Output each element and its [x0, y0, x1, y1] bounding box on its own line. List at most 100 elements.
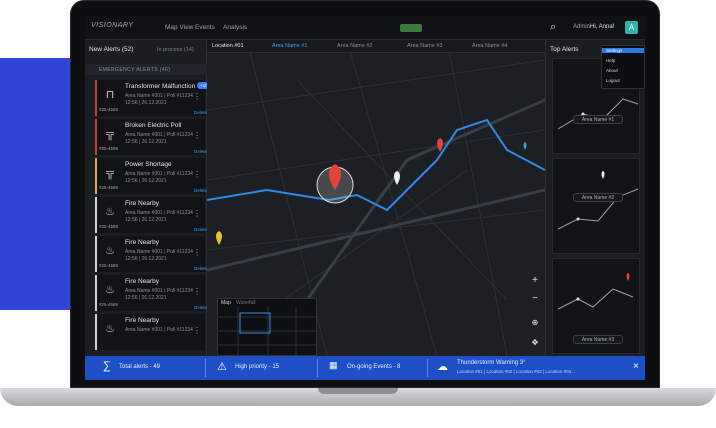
- alert-location: Area Name #001 | Poll #11234: [125, 171, 193, 177]
- alerts-panel: New Alerts (52) In process (14) EMERGENC…: [85, 40, 211, 356]
- status-bar: ∑ Total alerts - 49 ⚠ High priority - 15…: [85, 356, 645, 380]
- alert-title: Broken Electric Poll: [125, 122, 182, 129]
- nav-map-view[interactable]: Map View: [165, 24, 193, 31]
- high-priority[interactable]: High priority - 15: [235, 364, 279, 370]
- alerts-title[interactable]: New Alerts (52): [89, 46, 133, 53]
- alert-type-icon: ♨: [105, 245, 115, 257]
- alerts-in-process[interactable]: In process (14): [157, 47, 194, 53]
- alert-id: #25-4589: [99, 146, 119, 151]
- menu-item-settings[interactable]: Settings: [602, 48, 644, 53]
- alert-title: Transformer Malfunction: [125, 83, 196, 90]
- alert-type-icon: ♨: [105, 323, 115, 335]
- user-role: Admin: [573, 24, 591, 30]
- weather-warning[interactable]: Thunderstorm Warning 3°: [457, 360, 526, 366]
- alert-type-icon: ╦: [106, 128, 114, 140]
- area-label-1: Area Name #1: [573, 115, 623, 124]
- alert-title: Power Shortage: [125, 161, 172, 168]
- avatar[interactable]: A: [625, 21, 638, 34]
- delete-link[interactable]: Delete: [194, 110, 207, 115]
- alert-type-icon: ♨: [105, 206, 115, 218]
- mini-map-canvas: [218, 307, 316, 355]
- more-icon[interactable]: ⋮: [193, 209, 201, 218]
- alert-card[interactable]: ⊓ Transformer Malfunction Area Name #001 |…: [95, 80, 211, 116]
- divider: [427, 359, 428, 377]
- alert-card[interactable]: ╦ Broken Electric Poll Area Name #001 | Po…: [95, 119, 207, 155]
- user-name[interactable]: Hi, Anna!: [590, 24, 614, 30]
- alert-title: Fire Nearby: [125, 200, 159, 207]
- warning-icon: ⚠: [217, 361, 227, 373]
- divider: [317, 359, 318, 377]
- more-icon[interactable]: ⋮: [193, 131, 201, 140]
- tab-mini-map[interactable]: Map: [221, 300, 231, 306]
- location-select[interactable]: Location #01: [212, 43, 244, 49]
- more-icon[interactable]: ⋮: [193, 287, 201, 296]
- more-icon[interactable]: ⋮: [193, 326, 201, 335]
- zoom-out-button[interactable]: −: [528, 292, 542, 306]
- alert-location: Area Name #001 | Poll #11234: [125, 249, 193, 255]
- area-card-3[interactable]: Area Name #3: [552, 258, 640, 354]
- more-icon[interactable]: ⋮: [193, 170, 201, 179]
- alert-date: 12:56 | 26.12.2021: [125, 295, 167, 301]
- alert-location: Area Name #001 | Poll #11234: [125, 327, 193, 333]
- more-icon[interactable]: ⋮: [193, 92, 201, 101]
- tab-area-1[interactable]: Area Name #1: [272, 43, 307, 49]
- alert-type-icon: ♨: [105, 284, 115, 296]
- alert-date: 12:56 | 26.12.2021: [125, 139, 167, 145]
- tab-area-2[interactable]: Area Name #2: [337, 43, 372, 49]
- total-alerts[interactable]: Total alerts - 49: [119, 364, 160, 370]
- area-card-2[interactable]: Area Name #2: [552, 158, 640, 254]
- menu-item-help[interactable]: Help: [606, 58, 615, 63]
- alert-id: #25-4589: [99, 224, 119, 229]
- alert-location: Area Name #001 | Poll #11234: [125, 288, 193, 294]
- search-icon[interactable]: ⌕: [550, 21, 556, 34]
- alert-card[interactable]: ♨ Fire Nearby Area Name #001 | Poll #11234…: [95, 314, 205, 350]
- divider: [205, 359, 206, 377]
- alert-date: 12:56 | 26.12.2021: [125, 256, 167, 262]
- alert-date: 12:56 | 26.12.2021: [125, 100, 167, 106]
- alert-location: Area Name #001 | Poll #11234: [125, 132, 193, 138]
- locate-icon[interactable]: ⊕: [528, 316, 542, 330]
- alert-location: Area Name #001 | Poll #11234: [125, 210, 193, 216]
- alert-id: #25-4589: [99, 302, 119, 307]
- delete-link[interactable]: Delete: [194, 305, 207, 310]
- close-icon[interactable]: ×: [633, 361, 639, 372]
- cloud-icon: ☁: [437, 361, 448, 373]
- delete-link[interactable]: Delete: [194, 266, 207, 271]
- sum-icon: ∑: [103, 360, 111, 372]
- alert-type-icon: ╦: [106, 167, 114, 179]
- move-icon[interactable]: ✥: [528, 336, 542, 350]
- status-indicator: [400, 24, 422, 32]
- nav-analysis[interactable]: Analysis: [223, 24, 247, 31]
- tab-mini-waterfall[interactable]: Waterfall: [236, 300, 256, 306]
- alert-title: Fire Nearby: [125, 278, 159, 285]
- delete-link[interactable]: Delete: [194, 188, 207, 193]
- delete-link[interactable]: Delete: [194, 149, 207, 154]
- alert-title: Fire Nearby: [125, 239, 159, 246]
- zoom-in-button[interactable]: +: [528, 274, 542, 288]
- alert-location: Area Name #001 | Poll #11234: [125, 93, 193, 99]
- alert-card[interactable]: ♨ Fire Nearby Area Name #001 | Poll #11234…: [95, 197, 207, 233]
- area-path-2: [557, 171, 639, 230]
- app-screen: VISIONARY Map View Events Analysis ⌕ Adm…: [85, 16, 645, 380]
- area-label-3: Area Name #3: [573, 335, 623, 344]
- alert-card[interactable]: ♨ Fire Nearby Area Name #001 | Poll #11234…: [95, 236, 207, 272]
- menu-item-logout[interactable]: Logout: [606, 78, 620, 83]
- tab-area-4[interactable]: Area Name #4: [472, 43, 507, 49]
- emergency-section-header[interactable]: EMERGENCY ALERTS (46): [85, 64, 207, 75]
- mini-map[interactable]: Map Waterfall: [217, 298, 317, 356]
- alert-card[interactable]: ╦ Power Shortage Area Name #001 | Poll #11…: [95, 158, 207, 194]
- more-icon[interactable]: ⋮: [193, 248, 201, 257]
- delete-link[interactable]: Delete: [194, 227, 207, 232]
- menu-item-about[interactable]: About: [606, 68, 618, 73]
- laptop-notch: [318, 388, 398, 394]
- alert-card[interactable]: ♨ Fire Nearby Area Name #001 | Poll #11234…: [95, 275, 207, 311]
- tab-area-3[interactable]: Area Name #3: [407, 43, 442, 49]
- top-bar: VISIONARY Map View Events Analysis ⌕ Adm…: [85, 16, 645, 40]
- alert-id: #25-4589: [99, 107, 119, 112]
- nav-events[interactable]: Events: [195, 24, 215, 31]
- app-logo: VISIONARY: [91, 22, 134, 29]
- alert-title: Fire Nearby: [125, 317, 159, 324]
- weather-locations: Location #01 | Location #02 | Location #…: [457, 369, 575, 374]
- ongoing-events[interactable]: On-going Events - 8: [347, 364, 400, 370]
- alert-type-icon: ⊓: [105, 89, 115, 101]
